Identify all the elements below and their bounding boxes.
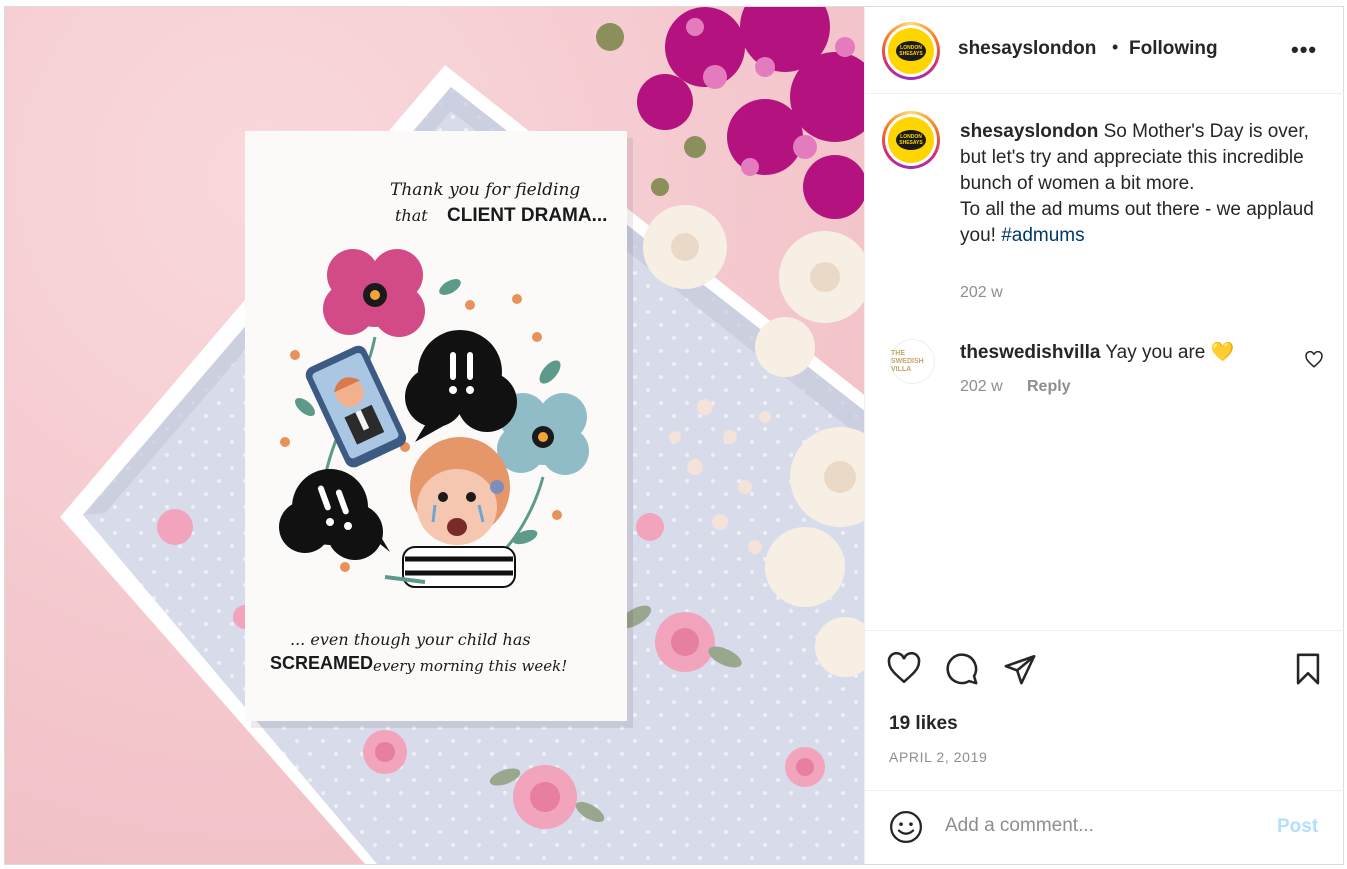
heart-icon[interactable] xyxy=(1305,351,1323,369)
more-horizontal-icon[interactable]: ••• xyxy=(1291,37,1317,63)
card-text-top-2a: that xyxy=(395,206,428,225)
heart-icon[interactable] xyxy=(887,652,921,686)
avatar[interactable]: LONDON SHESAYS xyxy=(882,22,940,80)
header-username[interactable]: shesayslondon xyxy=(958,38,1096,60)
shesays-logo: LONDON SHESAYS xyxy=(888,28,934,74)
send-icon[interactable] xyxy=(1003,652,1037,686)
comment-avatar-text: THE SWEDISH VILLA xyxy=(891,349,924,373)
card-text-bottom-1: ... even though your child has xyxy=(290,630,531,649)
comment: theswedishvilla Yay you are 💛 xyxy=(960,340,1234,366)
comment-username[interactable]: theswedishvilla xyxy=(960,342,1100,363)
comment-icon[interactable] xyxy=(945,652,979,686)
post-dialog: Thank you for fielding that CLIENT DRAMA… xyxy=(4,6,1344,865)
post-image[interactable]: Thank you for fielding that CLIENT DRAMA… xyxy=(5,7,864,864)
header-separator: • xyxy=(1112,37,1119,57)
comment-input[interactable] xyxy=(945,809,1265,843)
emoji-icon[interactable] xyxy=(889,810,923,844)
post-header: LONDON SHESAYS shesayslondon • Following… xyxy=(865,7,1344,94)
greeting-card: Thank you for fielding that CLIENT DRAMA… xyxy=(245,131,633,728)
card-text-top-2b: CLIENT DRAMA... xyxy=(447,205,607,226)
hashtag-link[interactable]: #admums xyxy=(1001,225,1084,246)
card-text-bottom-2a: SCREAMED xyxy=(270,653,373,673)
post-caption: shesayslondon So Mother's Day is over, b… xyxy=(960,119,1330,249)
comment-avatar[interactable]: THE SWEDISH VILLA xyxy=(890,339,935,384)
comment-timestamp[interactable]: 202 w xyxy=(960,378,1003,396)
following-button[interactable]: Following xyxy=(1129,38,1218,60)
post-actions: 19 likes APRIL 2, 2019 xyxy=(865,630,1344,790)
shesays-logo: LONDON SHESAYS xyxy=(888,117,934,163)
add-comment-bar: Post xyxy=(865,790,1344,864)
likes-count[interactable]: 19 likes xyxy=(889,713,958,735)
caption-username[interactable]: shesayslondon xyxy=(960,121,1098,142)
reply-button[interactable]: Reply xyxy=(1027,378,1071,396)
logo-text-bottom: SHESAYS xyxy=(899,51,923,57)
post-date[interactable]: APRIL 2, 2019 xyxy=(889,749,987,765)
comment-text: Yay you are 💛 xyxy=(1105,342,1235,363)
card-text-top-1: Thank you for fielding xyxy=(390,180,580,200)
post-button[interactable]: Post xyxy=(1277,816,1318,838)
logo-text-bottom: SHESAYS xyxy=(899,140,923,146)
card-text-bottom-2b: every morning this week! xyxy=(373,657,567,675)
caption-timestamp[interactable]: 202 w xyxy=(960,284,1003,302)
caption-avatar[interactable]: LONDON SHESAYS xyxy=(882,111,940,169)
post-side-panel: LONDON SHESAYS shesayslondon • Following… xyxy=(864,7,1344,864)
bookmark-icon[interactable] xyxy=(1291,652,1325,686)
